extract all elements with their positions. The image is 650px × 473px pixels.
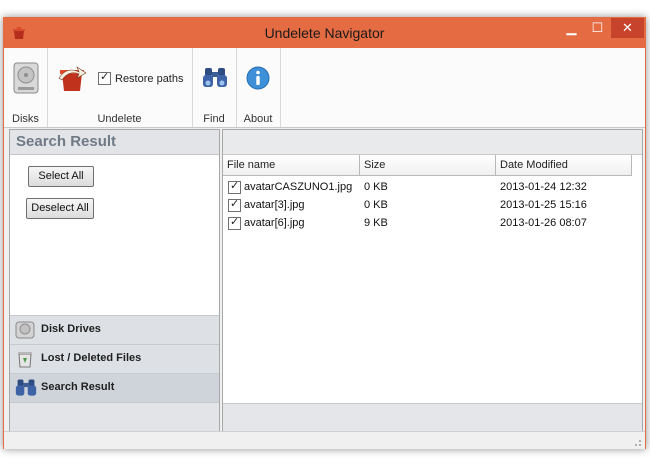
panel-header: Search Result: [10, 130, 219, 155]
column-header-file-name[interactable]: File name: [223, 155, 360, 176]
panel-header-strip: [223, 130, 642, 155]
table-row[interactable]: avatar[6].jpg 9 KB 2013-01-26 08:07: [223, 214, 642, 232]
status-bar: [4, 431, 645, 449]
ribbon-group-undelete: Restore paths Undelete: [47, 48, 193, 127]
app-window: Undelete Navigator ▁ ☐ ✕ Disks ✓ Restore…: [3, 17, 646, 449]
minimize-button[interactable]: ▁: [558, 18, 585, 38]
file-size-cell: 0 KB: [364, 181, 388, 193]
recycle-bin-icon: [18, 352, 32, 368]
file-size-cell: 9 KB: [364, 217, 388, 229]
about-label: About: [243, 113, 273, 125]
restore-paths-label: Restore paths: [115, 72, 184, 85]
undelete-label: Undelete: [97, 113, 142, 125]
nav-item-lost-deleted-files[interactable]: Lost / Deleted Files: [10, 344, 219, 373]
date-modified-cell: 2013-01-26 08:07: [500, 217, 587, 229]
table-row[interactable]: avatar[3].jpg 0 KB 2013-01-25 15:16: [223, 196, 642, 214]
ribbon-group-about: About: [236, 48, 281, 127]
column-header-date-modified[interactable]: Date Modified: [496, 155, 632, 176]
checkbox-checked-icon: [98, 70, 111, 85]
navigation-panel: Search Result Select All Deselect All Di…: [9, 129, 220, 431]
row-checkbox[interactable]: [228, 179, 241, 194]
file-size-cell: 0 KB: [364, 199, 388, 211]
disks-label: Disks: [12, 113, 39, 125]
nav-item-label: Lost / Deleted Files: [41, 352, 142, 364]
find-button[interactable]: Find: [192, 48, 236, 127]
table-row[interactable]: avatarCASZUNO1.jpg 0 KB 2013-01-24 12:32: [223, 178, 642, 196]
maximize-button[interactable]: ☐: [584, 18, 611, 38]
file-name-cell: avatar[6].jpg: [244, 217, 305, 229]
binoculars-icon: [203, 68, 227, 87]
ribbon-group-find: Find: [192, 48, 237, 127]
hard-disk-icon: [13, 62, 39, 94]
column-header-size[interactable]: Size: [360, 155, 496, 176]
file-list-panel: File name Size Date Modified avatarCASZU…: [222, 129, 643, 431]
ribbon-toolbar: Disks Restore paths Undelete: [4, 48, 645, 128]
date-modified-cell: 2013-01-24 12:32: [500, 181, 587, 193]
panel-footer: [223, 403, 642, 431]
nav-item-label: Disk Drives: [41, 323, 101, 335]
ribbon-group-disks: Disks: [4, 48, 48, 127]
row-checkbox[interactable]: [228, 197, 241, 212]
nav-item-disk-drives[interactable]: Disk Drives: [10, 315, 219, 344]
find-label: Find: [203, 113, 225, 125]
close-button[interactable]: ✕: [611, 18, 644, 38]
title-bar[interactable]: Undelete Navigator ▁ ☐ ✕: [4, 18, 645, 48]
undelete-trash-icon: [58, 66, 87, 91]
panel-footer: [10, 402, 219, 431]
binoculars-icon: [15, 379, 37, 396]
window-title: Undelete Navigator: [264, 25, 385, 41]
disks-button[interactable]: Disks: [4, 48, 47, 127]
nav-item-label: Search Result: [41, 381, 115, 393]
deselect-all-button[interactable]: Deselect All: [26, 198, 94, 219]
restore-paths-checkbox[interactable]: Restore paths: [98, 70, 184, 85]
date-modified-cell: 2013-01-25 15:16: [500, 199, 587, 211]
file-name-cell: avatarCASZUNO1.jpg: [244, 181, 353, 193]
row-checkbox[interactable]: [228, 215, 241, 230]
about-button[interactable]: About: [236, 48, 280, 127]
file-name-cell: avatar[3].jpg: [244, 199, 305, 211]
nav-item-search-result[interactable]: Search Result: [10, 373, 219, 402]
info-icon: [246, 66, 270, 90]
select-all-button[interactable]: Select All: [28, 166, 94, 187]
resize-grip-icon[interactable]: [632, 437, 642, 447]
hard-disk-icon: [15, 321, 35, 339]
panel-title: Search Result: [16, 133, 117, 150]
undelete-button[interactable]: [55, 58, 89, 94]
